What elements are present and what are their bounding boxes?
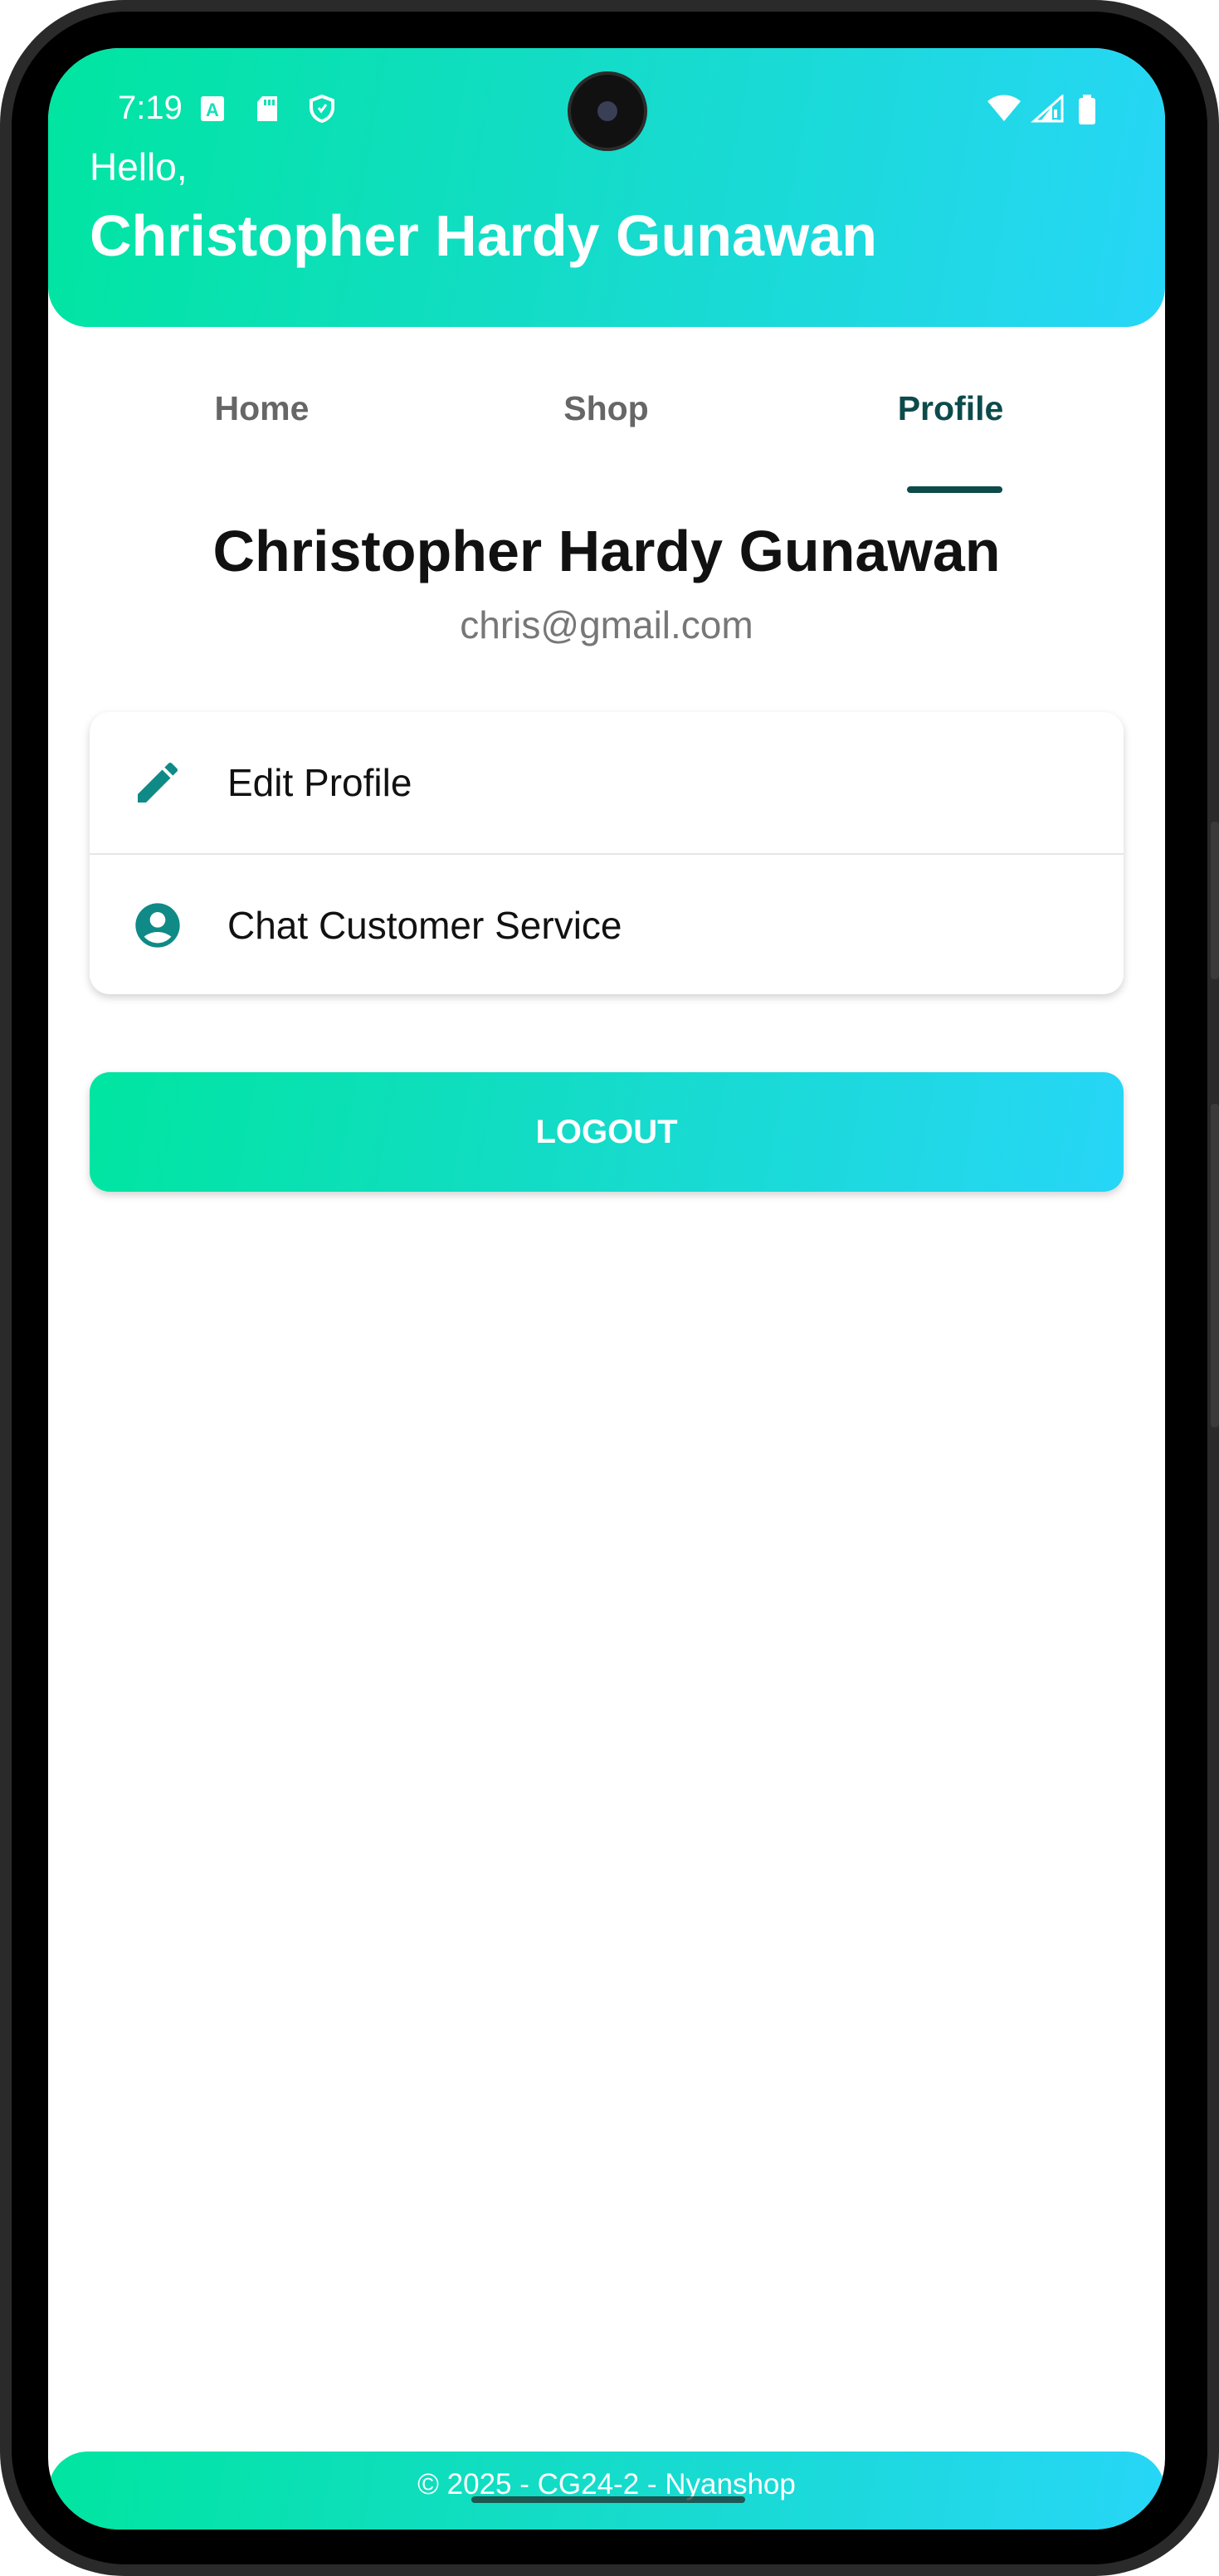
tab-home[interactable]: Home [90,367,434,491]
screen: 7:19 A Hello, Christopher Hardy Gunawan … [48,48,1165,2530]
svg-text:A: A [206,100,219,120]
pencil-icon [131,756,184,809]
profile-name: Christopher Hardy Gunawan [212,519,1001,583]
phone-frame: 7:19 A Hello, Christopher Hardy Gunawan … [0,0,1219,2576]
status-time: 7:19 [118,90,183,126]
tab-shop[interactable]: Shop [434,367,778,491]
volume-button [1211,822,1219,979]
status-bar: 7:19 A [48,48,1165,173]
tab-bar: Home Shop Profile [90,367,1124,493]
battery-icon [1077,95,1097,124]
greeting-text: Hello, [90,145,188,188]
wifi-icon [986,95,1022,123]
app-header: 7:19 A Hello, Christopher Hardy Gunawan [48,48,1165,327]
home-indicator[interactable] [471,2496,745,2503]
edit-profile-item[interactable]: Edit Profile [90,712,1124,853]
account-circle-icon [131,899,184,952]
header-user-name: Christopher Hardy Gunawan [90,203,878,268]
power-button [1211,1104,1219,1427]
active-tab-indicator [907,486,1002,493]
chat-customer-service-label: Chat Customer Service [227,904,622,947]
profile-email: chris@gmail.com [460,603,753,646]
logout-button[interactable]: LOGOUT [90,1072,1124,1192]
footer: © 2025 - CG24-2 - Nyanshop [48,2452,1165,2530]
profile-menu-card: Edit Profile Chat Customer Service [90,712,1124,994]
shield-icon [309,94,335,124]
signal-icon [1031,93,1064,123]
sd-card-icon [254,95,280,123]
chat-customer-service-item[interactable]: Chat Customer Service [90,853,1124,996]
tab-profile[interactable]: Profile [778,367,1123,491]
a-box-icon: A [199,95,226,123]
front-camera [571,75,644,148]
edit-profile-label: Edit Profile [227,761,412,804]
